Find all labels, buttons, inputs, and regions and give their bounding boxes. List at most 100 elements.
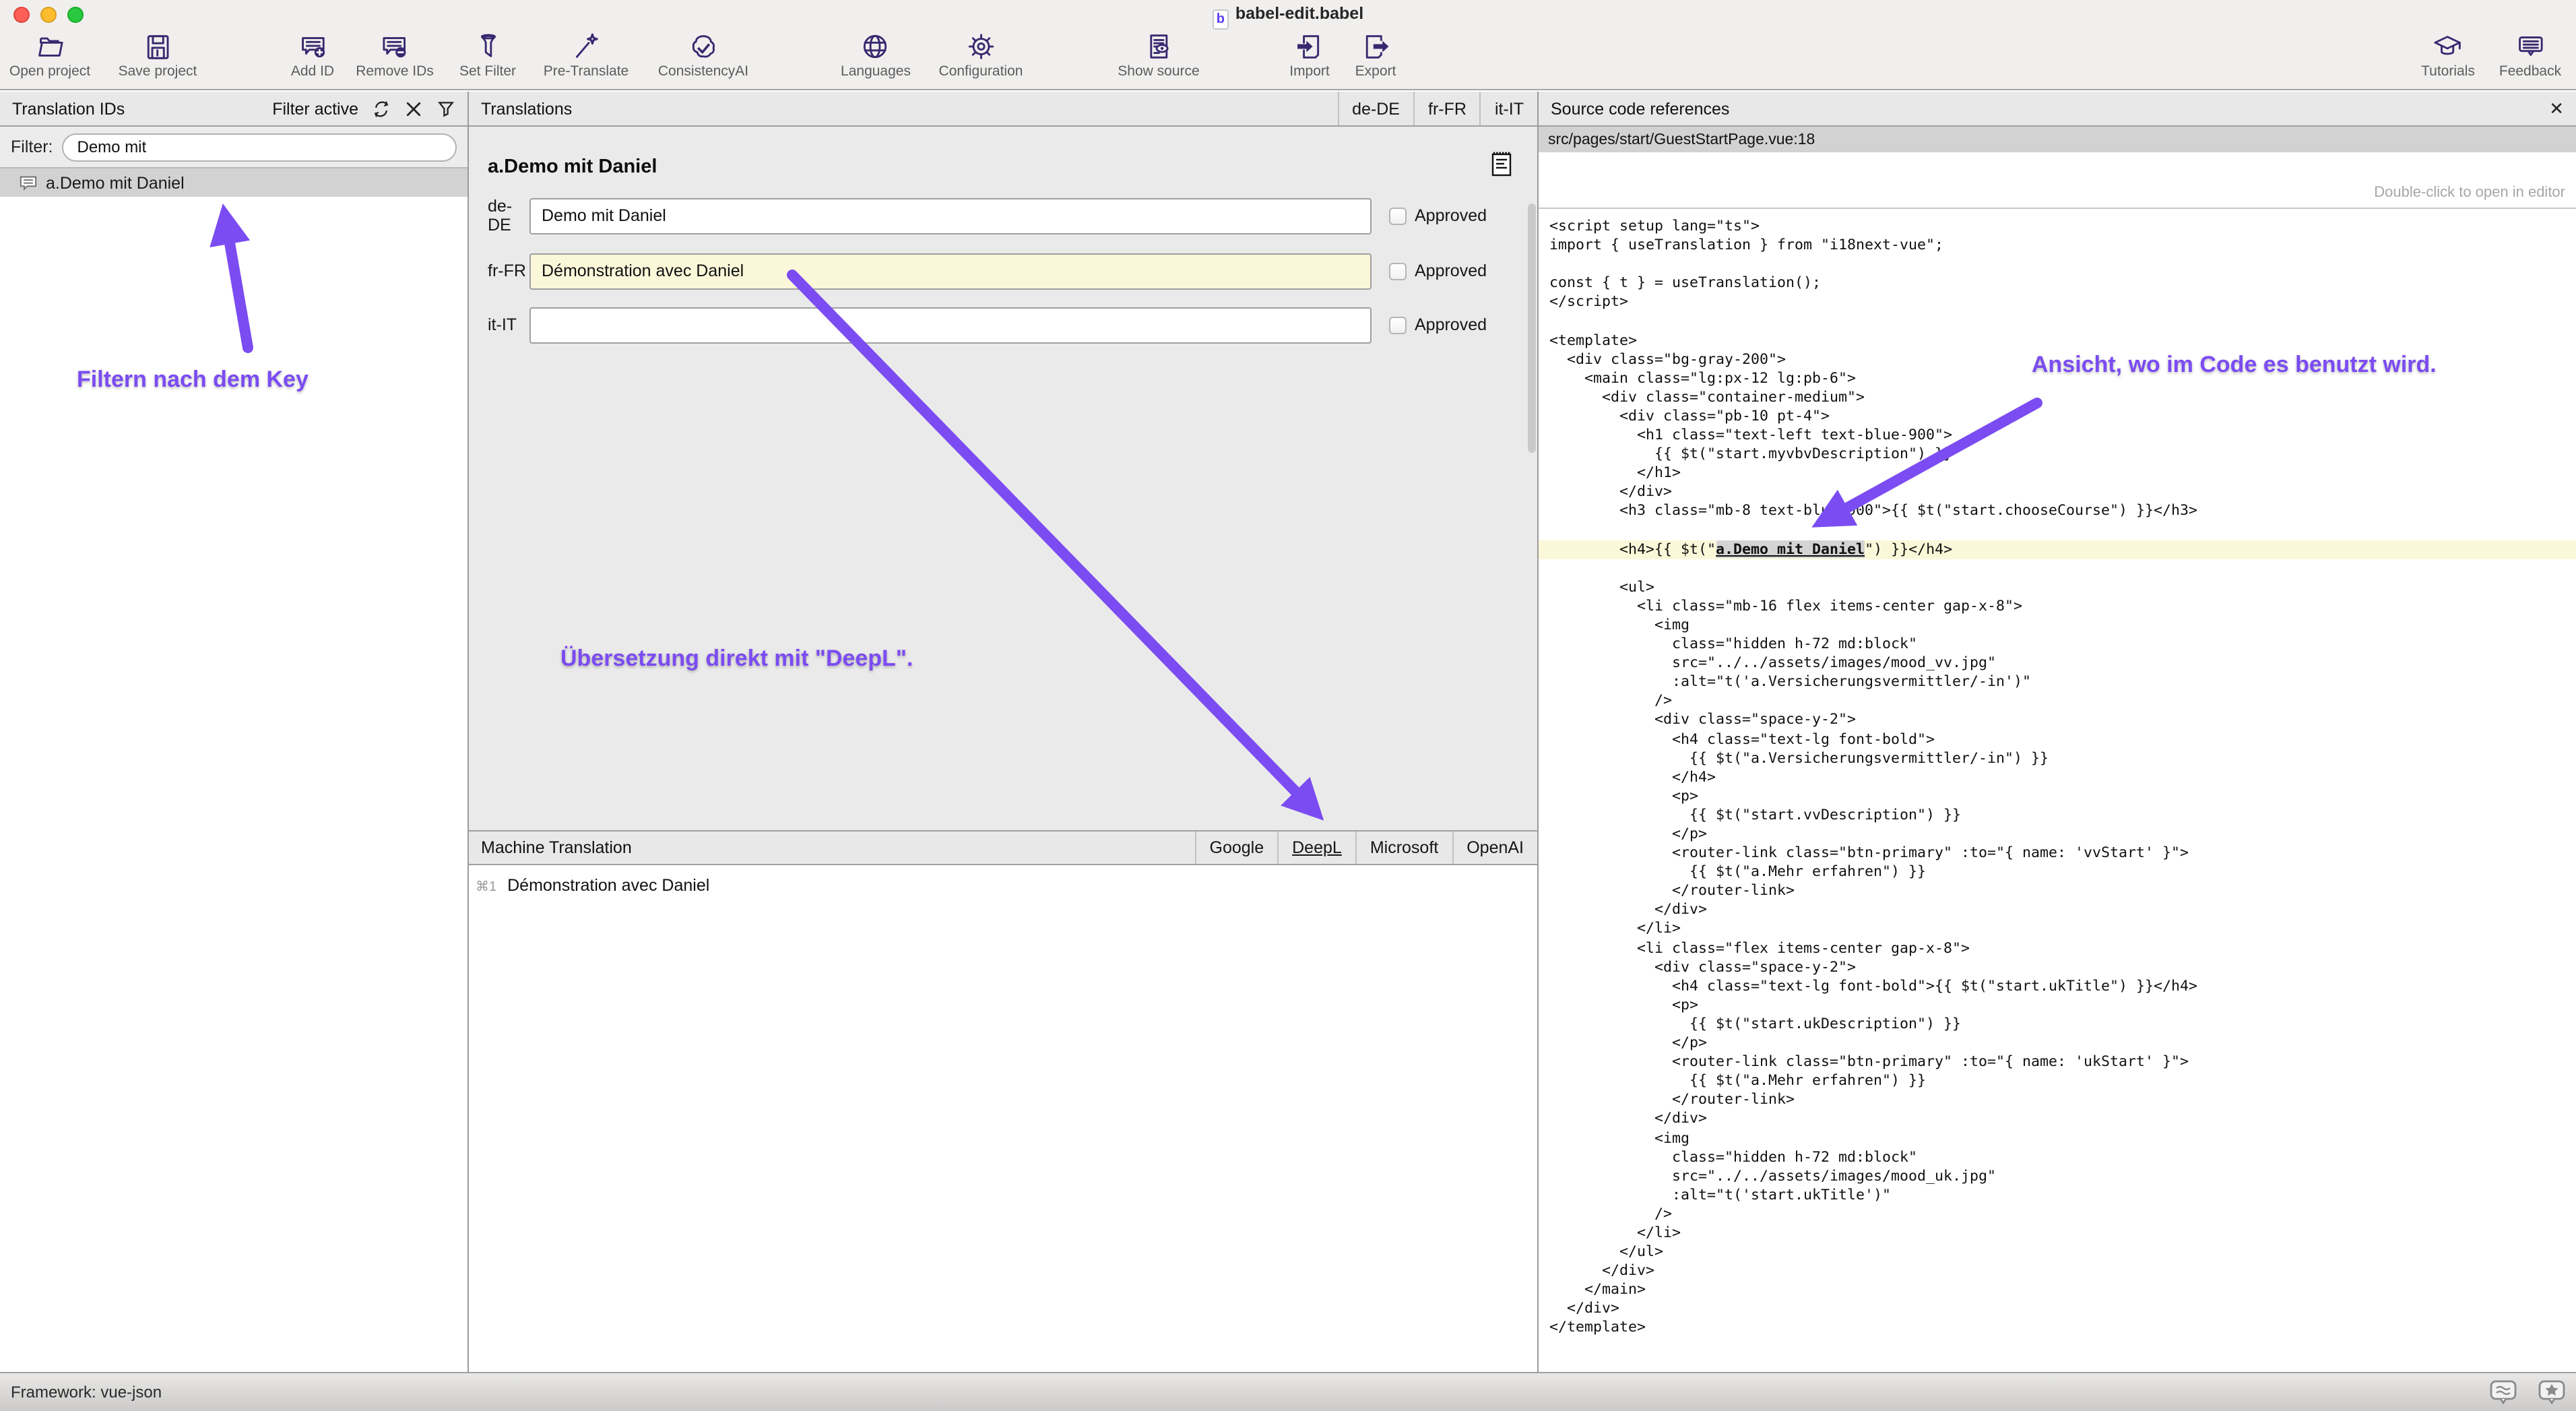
translations-panel: Translations de-DE fr-FR it-IT a.Demo mi…	[469, 92, 1539, 1372]
close-panel-icon[interactable]: ✕	[2549, 98, 2576, 119]
shortcut-badge: ⌘1	[476, 880, 496, 895]
window-chrome: bbabel-edit.babel Open project Save proj…	[0, 0, 2576, 90]
machine-translation-header: Machine Translation Google DeepL Microso…	[469, 830, 1537, 865]
translation-row-de-DE: de-DE Approved	[469, 197, 1537, 234]
translation-ids-header: Translation IDs Filter active	[0, 92, 468, 127]
tool-label: Feedback	[2499, 63, 2561, 80]
clear-filter-icon[interactable]	[404, 99, 423, 118]
save-project-button[interactable]: Save project	[119, 31, 197, 80]
titlebar: bbabel-edit.babel	[0, 0, 2576, 30]
configuration-button[interactable]: Configuration	[939, 31, 1023, 80]
filter-label: Filter:	[11, 137, 53, 156]
remove-ids-button[interactable]: Remove IDs	[356, 31, 434, 80]
approved-label: Approved	[1415, 261, 1487, 280]
translation-row-fr-FR: fr-FR Approved	[469, 252, 1537, 290]
document-icon: b	[1213, 9, 1229, 30]
floppy-disk-icon	[142, 31, 173, 62]
file-reference: src/pages/start/GuestStartPage.vue:18	[1548, 131, 1815, 148]
tool-label: Add ID	[291, 63, 334, 80]
translation-input-it-IT[interactable]	[529, 307, 1372, 343]
approved-checkbox-it-IT[interactable]	[1389, 316, 1407, 334]
lang-toggle-it-IT[interactable]: it-IT	[1480, 92, 1537, 125]
show-source-button[interactable]: Show source	[1118, 31, 1199, 80]
feedback-button[interactable]: Feedback	[2499, 31, 2561, 80]
tool-label: Export	[1355, 63, 1396, 80]
panel-title: Machine Translation	[469, 838, 632, 857]
tutorials-button[interactable]: Tutorials	[2421, 31, 2475, 80]
source-code-header: Source code references ✕	[1539, 92, 2576, 127]
language-toggle-group: de-DE fr-FR it-IT	[1337, 92, 1537, 125]
import-button[interactable]: Import	[1289, 31, 1330, 80]
refresh-icon[interactable]	[372, 99, 391, 118]
translations-header: Translations de-DE fr-FR it-IT	[469, 92, 1537, 127]
approved-checkbox-de-DE[interactable]	[1389, 207, 1407, 224]
open-project-button[interactable]: Open project	[9, 31, 90, 80]
editor-hint: Double-click to open in editor	[2374, 185, 2565, 201]
tool-label: Tutorials	[2421, 63, 2475, 80]
set-filter-button[interactable]: Set Filter	[459, 31, 516, 80]
entry-key-title: a.Demo mit Daniel	[488, 156, 657, 178]
filter-funnel-icon[interactable]	[437, 99, 455, 118]
lang-label: it-IT	[469, 315, 529, 334]
mt-tab-deepl[interactable]: DeepL	[1277, 832, 1355, 864]
translation-id-item[interactable]: a.Demo mit Daniel	[0, 168, 468, 197]
tool-label: Open project	[9, 63, 90, 80]
filter-row: Filter:	[0, 127, 468, 168]
babeledit-window: bbabel-edit.babel Open project Save proj…	[0, 0, 2576, 1411]
translation-row-it-IT: it-IT Approved	[469, 306, 1537, 344]
chat-star-icon[interactable]	[2538, 1380, 2565, 1404]
feedback-bubble-icon	[2515, 31, 2546, 62]
filter-input[interactable]	[63, 133, 457, 161]
approved-label: Approved	[1415, 206, 1487, 225]
framework-status: Framework: vue-json	[11, 1383, 162, 1402]
window-title: bbabel-edit.babel	[0, 4, 2576, 30]
translation-input-de-DE[interactable]	[529, 197, 1372, 234]
translation-id-label: a.Demo mit Daniel	[46, 173, 185, 192]
chat-wave-icon[interactable]	[2490, 1380, 2517, 1404]
tool-label: Pre-Translate	[544, 63, 629, 80]
mt-suggestion-row[interactable]: ⌘1 Démonstration avec Daniel	[476, 876, 709, 895]
consistency-ai-button[interactable]: ConsistencyAI	[658, 31, 748, 80]
approved-label: Approved	[1415, 315, 1487, 334]
languages-button[interactable]: Languages	[841, 31, 911, 80]
code-listing[interactable]: <script setup lang="ts">import { useTran…	[1539, 209, 2576, 1372]
toolbar: Open project Save project Add ID Remove …	[0, 30, 2576, 89]
panel-title: Source code references	[1539, 99, 1729, 118]
tool-label: Remove IDs	[356, 63, 434, 80]
tool-label: Import	[1289, 63, 1330, 80]
translations-scrollbar[interactable]	[1528, 129, 1536, 823]
mt-provider-tabs: Google DeepL Microsoft OpenAI	[1195, 832, 1538, 864]
export-button[interactable]: Export	[1355, 31, 1396, 80]
tool-label: Configuration	[939, 63, 1023, 80]
lang-toggle-de-DE[interactable]: de-DE	[1337, 92, 1413, 125]
notes-icon[interactable]	[1491, 151, 1512, 177]
lang-toggle-fr-FR[interactable]: fr-FR	[1413, 92, 1480, 125]
translations-body: a.Demo mit Daniel de-DE Approved fr-FR A…	[469, 127, 1537, 830]
comment-icon	[19, 175, 38, 191]
mt-tab-microsoft[interactable]: Microsoft	[1355, 832, 1452, 864]
panel-title: Translation IDs	[0, 99, 125, 118]
export-icon	[1360, 31, 1391, 62]
mt-tab-google[interactable]: Google	[1195, 832, 1278, 864]
tool-label: Show source	[1118, 63, 1199, 80]
hint-row: Double-click to open in editor	[1539, 152, 2576, 209]
translation-id-list: a.Demo mit Daniel	[0, 168, 468, 197]
mt-tab-openai[interactable]: OpenAI	[1452, 832, 1537, 864]
translation-ids-panel: Translation IDs Filter active Filter: a.…	[0, 92, 469, 1372]
translation-input-fr-FR[interactable]	[529, 253, 1372, 289]
funnel-icon	[472, 31, 503, 62]
lang-label: de-DE	[469, 197, 529, 234]
file-reference-row[interactable]: src/pages/start/GuestStartPage.vue:18	[1539, 127, 2576, 152]
lang-label: fr-FR	[469, 261, 529, 280]
mt-suggestion-text: Démonstration avec Daniel	[507, 876, 709, 895]
status-bar: Framework: vue-json	[0, 1372, 2576, 1411]
pre-translate-button[interactable]: Pre-Translate	[544, 31, 629, 80]
source-code-panel: Source code references ✕ src/pages/start…	[1539, 92, 2576, 1372]
brain-check-icon	[688, 31, 719, 62]
approved-checkbox-fr-FR[interactable]	[1389, 262, 1407, 280]
add-id-button[interactable]: Add ID	[291, 31, 334, 80]
tool-label: ConsistencyAI	[658, 63, 748, 80]
magic-wand-icon	[571, 31, 602, 62]
graduation-cap-icon	[2433, 31, 2464, 62]
remove-ids-icon	[379, 31, 410, 62]
